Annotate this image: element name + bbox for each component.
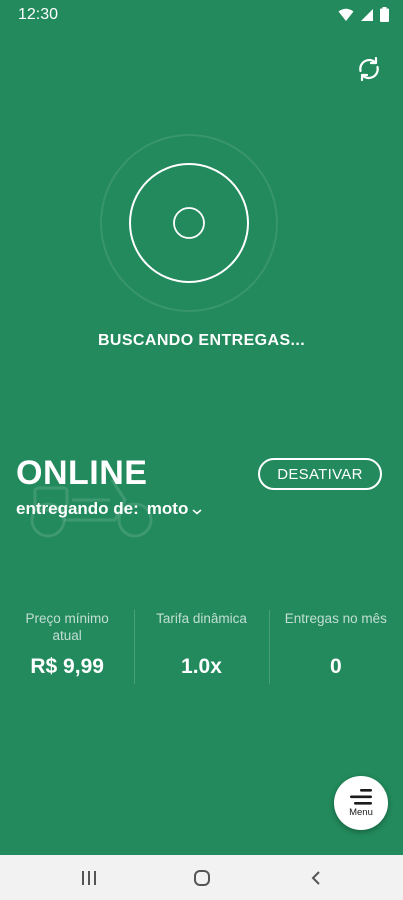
status-icons [338, 7, 389, 27]
sync-button[interactable] [354, 54, 384, 84]
menu-icon [350, 788, 372, 805]
delivery-mode-label: entregando de: [16, 499, 139, 518]
cell-signal-icon [360, 8, 374, 27]
stat-label: Tarifa dinâmica [156, 611, 247, 626]
stat-label: Preço mínimo atual [25, 611, 109, 643]
home-icon [194, 870, 210, 886]
delivery-mode: entregando de: moto [16, 499, 203, 519]
recent-apps-button[interactable] [74, 865, 104, 891]
back-icon [311, 871, 320, 885]
vehicle-select[interactable]: moto [147, 499, 204, 519]
sync-icon [359, 56, 379, 82]
stat-value: 0 [329, 655, 342, 678]
status-time: 12:30 [18, 6, 59, 23]
status-bar: 12:30 [0, 0, 403, 30]
recent-apps-icon [82, 871, 96, 885]
stat-dynamic-fare: Tarifa dinâmica 1.0x [134, 610, 268, 690]
stat-value: R$ 9,99 [30, 655, 104, 678]
wifi-icon [338, 8, 354, 27]
radar-icon [98, 132, 280, 314]
battery-icon [380, 7, 389, 27]
stat-value: 1.0x [181, 655, 222, 678]
menu-button[interactable]: Menu [334, 776, 388, 830]
stat-label: Entregas no mês [284, 611, 387, 626]
searching-message: BUSCANDO ENTREGAS... [97, 332, 306, 349]
menu-label: Menu [349, 806, 373, 818]
online-status: ONLINE [16, 454, 148, 492]
home-button[interactable] [187, 865, 217, 891]
vehicle-value: moto [146, 499, 189, 518]
stat-monthly-deliveries: Entregas no mês 0 [268, 610, 403, 690]
back-button[interactable] [301, 865, 331, 891]
system-nav-bar [0, 855, 403, 900]
stats-panel: Preço mínimo atual R$ 9,99 Tarifa dinâmi… [0, 610, 403, 690]
chevron-down-icon [192, 508, 202, 514]
stat-min-price: Preço mínimo atual R$ 9,99 [0, 610, 134, 690]
deactivate-button[interactable]: DESATIVAR [258, 458, 382, 490]
